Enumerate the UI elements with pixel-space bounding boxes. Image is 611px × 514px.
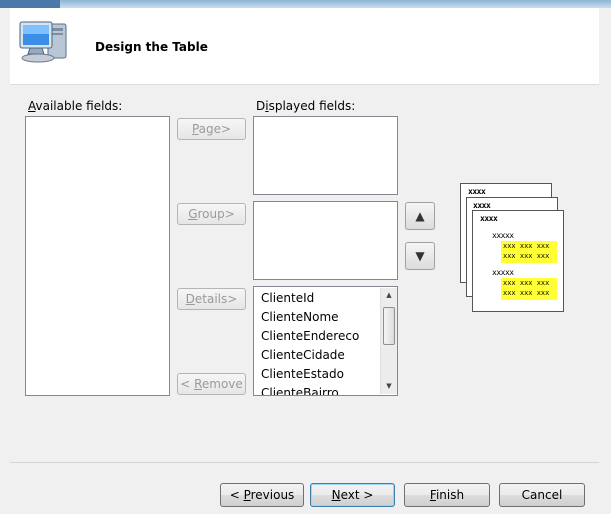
scroll-down-icon[interactable]: ▼	[381, 382, 397, 390]
window-titlebar	[0, 0, 611, 8]
remove-button[interactable]: < Remove	[177, 373, 246, 395]
arrow-up-icon: ▲	[415, 209, 425, 223]
scroll-up-icon[interactable]: ▲	[381, 291, 397, 299]
footer-divider	[10, 462, 599, 463]
list-item[interactable]: ClienteId	[261, 291, 314, 305]
details-button[interactable]: Details>	[177, 288, 246, 310]
group-fields-list[interactable]	[253, 201, 398, 280]
available-fields-list[interactable]	[25, 116, 170, 396]
list-item[interactable]: ClienteNome	[261, 310, 339, 324]
cancel-button[interactable]: Cancel	[499, 483, 585, 507]
scroll-thumb[interactable]	[383, 307, 395, 345]
layout-preview: xxxx xxxx xxxx xxxxx xxx xxx xxx xxx xxx …	[458, 183, 570, 313]
arrow-down-icon: ▼	[415, 249, 425, 263]
details-list-scrollbar[interactable]: ▲ ▼	[380, 288, 397, 394]
displayed-fields-label: Displayed fields:	[256, 99, 356, 113]
computer-icon	[19, 21, 67, 63]
list-item[interactable]: ClienteBairro	[261, 386, 339, 395]
page-fields-list[interactable]	[253, 116, 398, 195]
list-item[interactable]: ClienteEndereco	[261, 329, 359, 343]
details-fields-list[interactable]: ClienteId ClienteNome ClienteEndereco Cl…	[253, 286, 398, 396]
next-button[interactable]: Next >	[310, 483, 395, 507]
move-up-button[interactable]: ▲	[405, 202, 435, 230]
preview-page-front: xxxx xxxxx xxx xxx xxx xxx xxx xxx xxxxx …	[472, 210, 564, 312]
wizard-header: Design the Table	[10, 8, 599, 85]
move-down-button[interactable]: ▼	[405, 242, 435, 270]
list-item[interactable]: ClienteEstado	[261, 367, 344, 381]
finish-button[interactable]: Finish	[404, 483, 490, 507]
page-button[interactable]: Page>	[177, 118, 246, 140]
group-button[interactable]: Group>	[177, 203, 246, 225]
available-fields-label: Available fields:	[28, 99, 123, 113]
page-title: Design the Table	[95, 40, 208, 54]
previous-button[interactable]: < Previous	[220, 483, 304, 507]
list-item[interactable]: ClienteCidade	[261, 348, 345, 362]
